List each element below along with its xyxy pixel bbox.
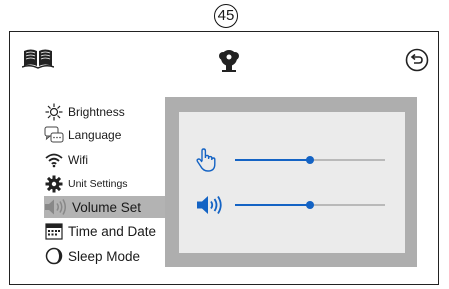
brightness-icon <box>44 103 64 121</box>
book-icon[interactable] <box>22 47 54 69</box>
device-screen: Brightness Language Wifi Unit Settings V… <box>9 31 439 285</box>
menu-label: Time and Date <box>68 223 157 239</box>
menu-label: Sleep Mode <box>68 248 141 264</box>
slider-knob[interactable] <box>306 201 314 209</box>
menu-item-time-and-date[interactable]: Time and Date <box>44 220 156 242</box>
menu-item-brightness[interactable]: Brightness <box>44 101 125 123</box>
top-bar <box>10 32 438 82</box>
calendar-icon <box>44 222 64 240</box>
media-volume-slider[interactable] <box>235 200 385 210</box>
menu-label: Language <box>68 128 122 142</box>
volume-panel-content <box>179 112 405 253</box>
menu-item-volume-set[interactable]: Volume Set <box>44 196 170 218</box>
slider-fill <box>235 158 310 161</box>
page-number: 45 <box>214 4 238 28</box>
volume-panel <box>165 97 417 267</box>
wifi-icon <box>44 151 64 169</box>
language-icon <box>44 126 64 144</box>
menu-label: Unit Settings <box>68 178 128 190</box>
speaker-icon <box>197 196 222 214</box>
brand-logo-icon <box>219 50 239 72</box>
slider-fill <box>235 203 310 206</box>
menu-item-unit-settings[interactable]: Unit Settings <box>44 173 128 195</box>
speaker-icon <box>44 198 68 216</box>
gear-icon <box>44 175 64 193</box>
slider-knob[interactable] <box>306 156 314 164</box>
touch-volume-slider[interactable] <box>235 155 385 165</box>
menu-item-wifi[interactable]: Wifi <box>44 149 88 171</box>
menu-item-language[interactable]: Language <box>44 124 121 146</box>
back-arrow-icon[interactable] <box>405 48 429 72</box>
touch-hand-icon <box>196 148 216 172</box>
menu-label: Brightness <box>68 105 125 119</box>
menu-label: Wifi <box>68 153 88 167</box>
menu-item-sleep-mode[interactable]: Sleep Mode <box>44 245 140 267</box>
sleep-icon <box>44 247 64 265</box>
menu-label: Volume Set <box>72 199 142 215</box>
